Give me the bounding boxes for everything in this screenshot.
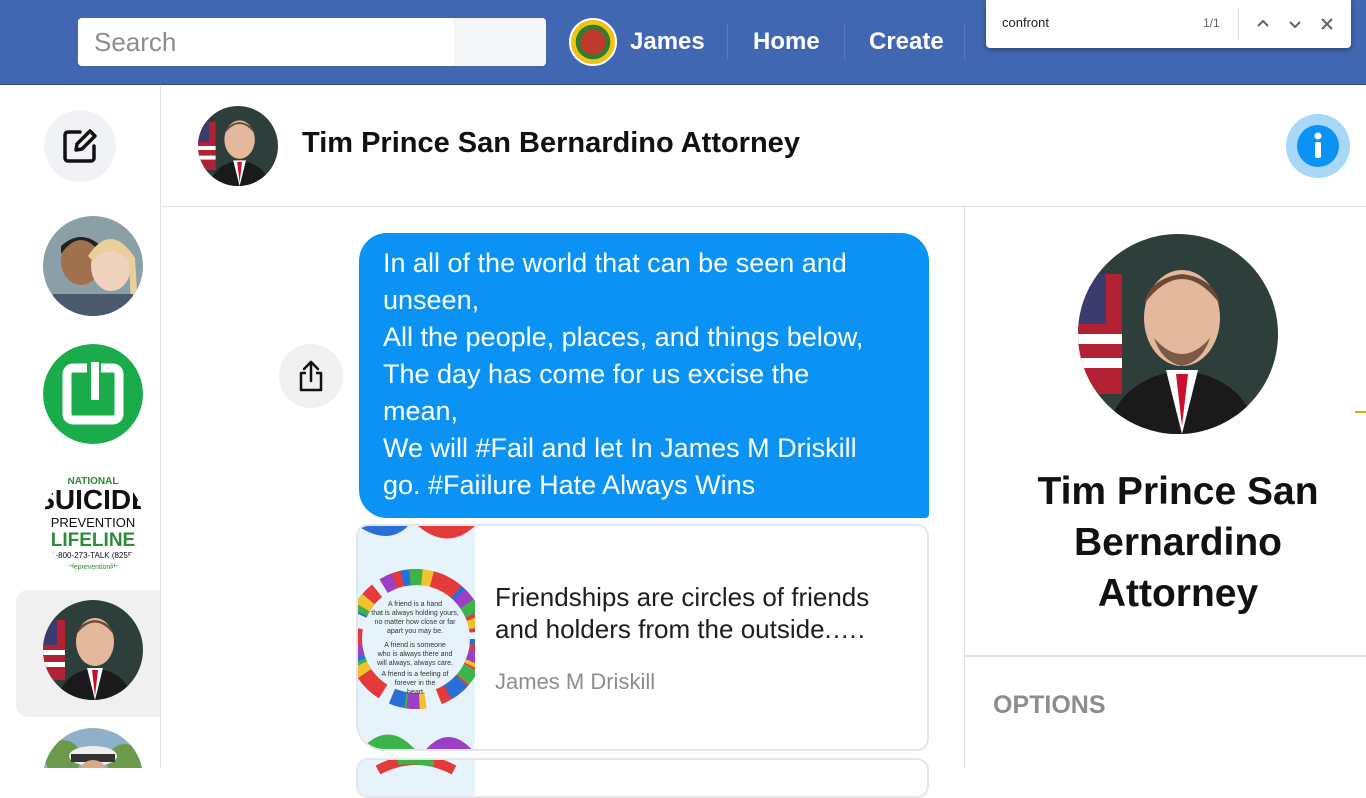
image-text-line: who is always there and — [377, 651, 453, 658]
svg-text:PREVENTION: PREVENTION — [51, 515, 136, 530]
link-preview-image — [358, 760, 475, 796]
couple-photo — [43, 216, 143, 316]
find-input[interactable]: confront — [1002, 15, 1049, 30]
conversation-avatar-green-logo[interactable] — [43, 344, 143, 444]
friendship-hands-image — [375, 760, 457, 775]
link-title: Friendships are circles of friends and h… — [495, 582, 870, 644]
image-text-line: A friend is someone — [384, 642, 446, 649]
conversation-header-avatar[interactable] — [198, 106, 278, 186]
new-message-button[interactable] — [44, 110, 116, 182]
friendship-hands-image: A friend is a hand that is always holdin… — [358, 526, 475, 749]
image-text-line: A friend is a feeling of — [382, 671, 449, 678]
profile-link[interactable] — [569, 17, 617, 67]
message-line: All the people, places, and things below… — [383, 322, 864, 352]
shared-link-card[interactable] — [356, 758, 929, 798]
nav-divider — [727, 24, 728, 60]
find-divider — [1238, 8, 1239, 40]
home-link[interactable]: Home — [753, 28, 820, 56]
scrollbar-find-marker — [1355, 411, 1366, 413]
conversation-avatar-officer[interactable] — [43, 728, 143, 768]
search-box — [78, 18, 546, 66]
image-text-line: A friend is a hand — [388, 601, 442, 608]
attorney-photo — [43, 600, 143, 700]
panel-divider — [965, 655, 1366, 657]
officer-photo — [43, 728, 143, 768]
user-name-link[interactable]: James — [630, 28, 705, 56]
share-button[interactable] — [279, 344, 343, 408]
message-line: mean, — [383, 396, 459, 426]
attorney-photo — [198, 106, 278, 186]
conversation-avatar-couple[interactable] — [43, 216, 143, 316]
profile-photo[interactable] — [1078, 234, 1278, 434]
lifeline-logo: NATIONAL SUICIDE PREVENTION LIFELINE 1-8… — [43, 472, 143, 572]
create-link[interactable]: Create — [869, 28, 944, 56]
svg-text:suicidepreventionlifeline: suicidepreventionlifeline — [56, 564, 130, 571]
nav-divider — [844, 24, 845, 60]
compose-icon — [63, 129, 97, 163]
link-author: James M Driskill — [495, 669, 656, 694]
close-icon — [1321, 18, 1333, 30]
find-close-button[interactable] — [1315, 12, 1339, 36]
conversation-info-button[interactable] — [1286, 114, 1350, 178]
message-bubble[interactable]: In all of the world that can be seen and… — [359, 233, 929, 518]
image-text-line: will always, always care. — [376, 660, 453, 667]
message-line: go. #Faiilure Hate Always Wins — [383, 470, 756, 500]
nav-divider — [964, 24, 965, 60]
link-preview-image: A friend is a hand that is always holdin… — [358, 526, 475, 749]
chevron-down-icon — [1289, 21, 1301, 29]
svg-text:1-800-273-TALK (8255): 1-800-273-TALK (8255) — [51, 551, 135, 560]
search-button[interactable] — [454, 18, 546, 66]
find-next-button[interactable] — [1283, 12, 1307, 36]
options-heading: OPTIONS — [993, 691, 1106, 719]
conversation-list: NATIONAL SUICIDE PREVENTION LIFELINE 1-8… — [0, 86, 161, 768]
user-avatar[interactable] — [569, 18, 617, 66]
green-logo-icon — [43, 344, 143, 444]
image-text-line: that is always holding yours, — [371, 610, 459, 617]
svg-text:LIFELINE: LIFELINE — [51, 530, 135, 551]
message-line: We will #Fail and let In James M Driskil… — [383, 433, 857, 463]
shared-link-card[interactable]: A friend is a hand that is always holdin… — [356, 524, 929, 751]
profile-name: Tim Prince San Bernardino Attorney — [1037, 470, 1319, 615]
conversation-title: Tim Prince San Bernardino Attorney — [302, 127, 800, 159]
share-icon — [299, 360, 323, 392]
image-text-line: apart you may be. — [387, 628, 443, 635]
message-line: The day has come for us excise the — [383, 359, 810, 389]
info-icon — [1297, 125, 1339, 167]
image-text-line: heart. — [407, 689, 425, 696]
search-input[interactable] — [78, 18, 454, 66]
conversation-avatar-tim-prince[interactable] — [43, 600, 143, 700]
find-previous-button[interactable] — [1251, 12, 1275, 36]
image-text-line: forever in the — [395, 680, 436, 687]
find-match-count: 1/1 — [1203, 16, 1220, 30]
attorney-photo — [1078, 234, 1278, 434]
chevron-up-icon — [1257, 19, 1269, 27]
conversation-avatar-lifeline[interactable]: NATIONAL SUICIDE PREVENTION LIFELINE 1-8… — [43, 472, 143, 572]
image-text-line: no matter how close or far — [375, 619, 457, 626]
message-line: unseen, — [383, 285, 480, 315]
message-line: In all of the world that can be seen and — [383, 248, 847, 278]
svg-text:SUICIDE: SUICIDE — [43, 484, 143, 515]
